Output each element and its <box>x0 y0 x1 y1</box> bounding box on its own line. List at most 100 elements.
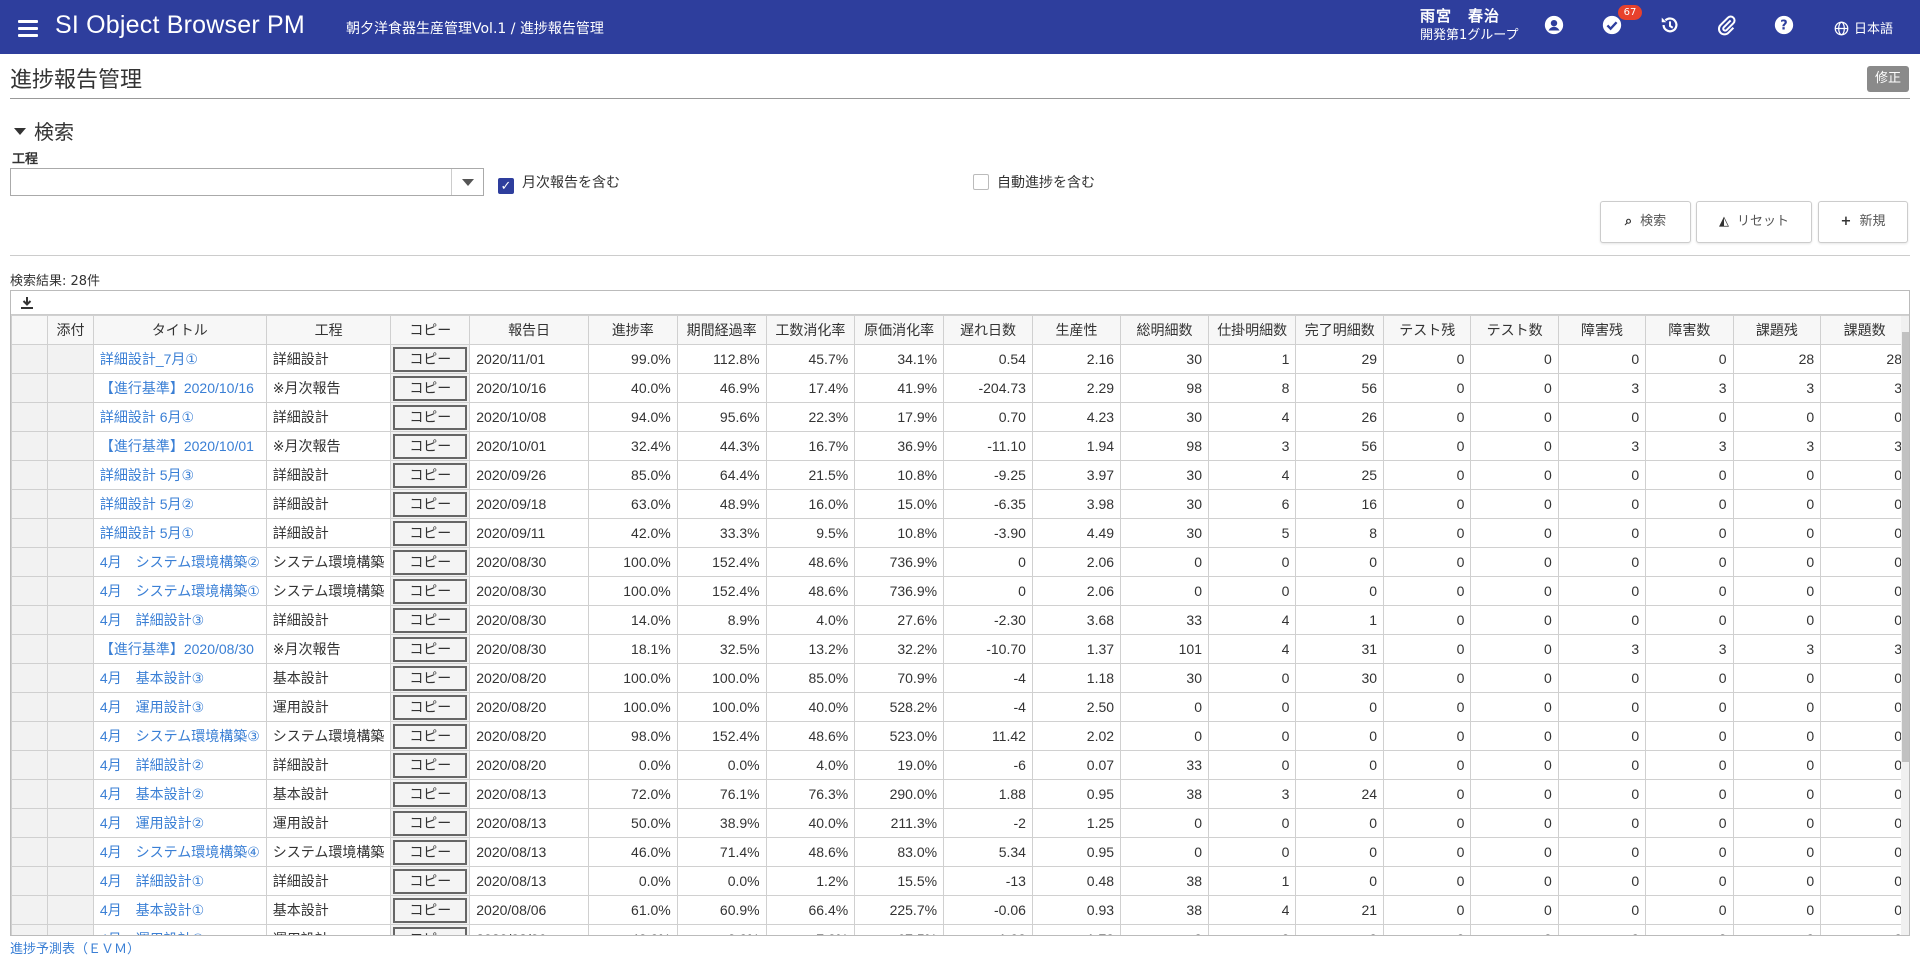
report-title-link[interactable]: 4月 運用設計② <box>92 808 267 838</box>
table-row[interactable]: 詳細設計 5月② 詳細設計 コピー 2020/09/18 63.0% 48.9% 16.0%… <box>11 489 1909 519</box>
column-header[interactable]: 課題数 <box>1820 315 1909 345</box>
row-selector[interactable] <box>11 837 49 867</box>
table-row[interactable]: 4月 詳細設計② 詳細設計 コピー 2020/08/20 0.0% 0.0% 4.0% 19.… <box>11 750 1909 780</box>
column-header[interactable]: 障害残 <box>1557 315 1647 345</box>
account-icon[interactable] <box>1543 14 1569 40</box>
column-header[interactable]: テスト残 <box>1383 315 1472 345</box>
copy-button[interactable]: コピー <box>393 404 468 430</box>
table-row[interactable]: 4月 システム環境構築③ システム環境構築 コピー 2020/08/20 98.0% 15… <box>11 721 1909 751</box>
report-title-link[interactable]: 4月 基本設計③ <box>92 663 267 693</box>
report-title-link[interactable]: 4月 基本設計① <box>92 895 267 925</box>
copy-button[interactable]: コピー <box>393 694 468 720</box>
edit-button[interactable]: 修正 <box>1867 66 1909 92</box>
row-selector[interactable] <box>11 721 49 751</box>
new-button[interactable]: + 新規 <box>1818 201 1908 243</box>
copy-button[interactable]: コピー <box>393 723 468 749</box>
column-header[interactable]: タイトル <box>92 315 267 345</box>
row-selector[interactable] <box>11 460 49 490</box>
copy-button[interactable]: コピー <box>393 926 468 935</box>
table-row[interactable]: 4月 運用設計② 運用設計 コピー 2020/08/13 50.0% 38.9% 40.0%… <box>11 808 1909 838</box>
copy-button[interactable]: コピー <box>393 433 468 459</box>
report-title-link[interactable]: 4月 システム環境構築③ <box>92 721 267 751</box>
help-icon[interactable]: ? <box>1773 14 1799 40</box>
row-selector[interactable] <box>11 779 49 809</box>
copy-button[interactable]: コピー <box>393 491 468 517</box>
copy-button[interactable]: コピー <box>393 520 468 546</box>
copy-button[interactable]: コピー <box>393 607 468 633</box>
column-header[interactable]: 添付 <box>47 315 94 345</box>
app-title[interactable]: SI Object Browser PM <box>55 11 305 40</box>
row-selector[interactable] <box>11 866 49 896</box>
language-selector[interactable]: 日本語 <box>1834 18 1893 37</box>
column-header[interactable]: 報告日 <box>469 315 589 345</box>
reset-button[interactable]: ◭ リセット <box>1696 201 1812 243</box>
scrollbar-thumb[interactable] <box>1902 332 1909 762</box>
copy-button[interactable]: コピー <box>393 462 468 488</box>
dropdown-arrow-icon[interactable] <box>451 169 483 195</box>
table-row[interactable]: 詳細設計_7月① 詳細設計 コピー 2020/11/01 99.0% 112.8% 45.7… <box>11 344 1909 374</box>
column-header[interactable]: 期間経過率 <box>676 315 767 345</box>
report-title-link[interactable]: 4月 システム環境構築④ <box>92 837 267 867</box>
row-selector[interactable] <box>11 895 49 925</box>
column-header[interactable]: コピー <box>390 315 471 345</box>
download-icon[interactable] <box>19 295 35 311</box>
column-header[interactable]: 工程 <box>265 315 392 345</box>
copy-button[interactable]: コピー <box>393 781 468 807</box>
report-title-link[interactable]: 詳細設計_7月① <box>92 344 267 374</box>
copy-button[interactable]: コピー <box>393 752 468 778</box>
breadcrumb-project[interactable]: 朝夕洋食器生産管理Vol.1 <box>346 21 506 37</box>
report-title-link[interactable]: 詳細設計 5月② <box>92 489 267 519</box>
report-title-link[interactable]: 【進行基準】2020/08/30 <box>92 634 267 664</box>
history-icon[interactable] <box>1659 14 1685 40</box>
row-selector[interactable] <box>11 808 49 838</box>
copy-button[interactable]: コピー <box>393 839 468 865</box>
table-row[interactable]: 4月 詳細設計① 詳細設計 コピー 2020/08/13 0.0% 0.0% 1.2% 15.… <box>11 866 1909 896</box>
row-selector[interactable] <box>11 924 49 935</box>
report-title-link[interactable]: 4月 運用設計③ <box>92 692 267 722</box>
report-title-link[interactable]: 4月 システム環境構築② <box>92 547 267 577</box>
report-title-link[interactable]: 4月 詳細設計② <box>92 750 267 780</box>
column-header[interactable]: 課題残 <box>1732 315 1822 345</box>
copy-button[interactable]: コピー <box>393 549 468 575</box>
row-selector[interactable] <box>11 692 49 722</box>
report-title-link[interactable]: 4月 システム環境構築① <box>92 576 267 606</box>
table-row[interactable]: 4月 運用設計①運用設計コピー2020/08/0640.0%0.0%7.0%67… <box>11 924 1909 935</box>
copy-button[interactable]: コピー <box>393 665 468 691</box>
report-title-link[interactable]: 詳細設計 6月① <box>92 402 267 432</box>
checkbox-unchecked-icon[interactable] <box>973 174 989 190</box>
copy-button[interactable]: コピー <box>393 346 468 372</box>
table-row[interactable]: 【進行基準】2020/10/01 ※月次報告 コピー 2020/10/01 32.4% 4… <box>11 431 1909 461</box>
column-header[interactable]: 原価消化率 <box>854 315 945 345</box>
column-header[interactable]: 総明細数 <box>1120 315 1209 345</box>
monthly-report-checkbox[interactable]: ✓ 月次報告を含む <box>498 172 620 194</box>
report-title-link[interactable]: 詳細設計 5月③ <box>92 460 267 490</box>
report-title-link[interactable]: 【進行基準】2020/10/16 <box>92 373 267 403</box>
table-row[interactable]: 詳細設計 5月① 詳細設計 コピー 2020/09/11 42.0% 33.3% 9.5% 1… <box>11 518 1909 548</box>
row-selector[interactable] <box>11 605 49 635</box>
row-selector[interactable] <box>11 518 49 548</box>
table-row[interactable]: 4月 システム環境構築① システム環境構築 コピー 2020/08/30 100.0% 1… <box>11 576 1909 606</box>
report-title-link[interactable]: 詳細設計 5月① <box>92 518 267 548</box>
copy-button[interactable]: コピー <box>393 897 468 923</box>
row-selector[interactable] <box>11 576 49 606</box>
column-header[interactable]: 障害数 <box>1645 315 1734 345</box>
column-header[interactable]: 遅れ日数 <box>943 315 1033 345</box>
copy-button[interactable]: コピー <box>393 868 468 894</box>
vertical-scrollbar[interactable] <box>1901 316 1909 935</box>
row-selector[interactable] <box>11 634 49 664</box>
column-header[interactable]: 生産性 <box>1031 315 1122 345</box>
row-selector[interactable] <box>11 431 49 461</box>
search-section-toggle[interactable]: 検索 <box>14 116 74 145</box>
table-row[interactable]: 4月 システム環境構築② システム環境構築 コピー 2020/08/30 100.0% 1… <box>11 547 1909 577</box>
table-row[interactable]: 詳細設計 5月③ 詳細設計 コピー 2020/09/26 85.0% 64.4% 21.5%… <box>11 460 1909 490</box>
row-selector[interactable] <box>11 344 49 374</box>
copy-button[interactable]: コピー <box>393 578 468 604</box>
table-row[interactable]: 4月 基本設計② 基本設計 コピー 2020/08/13 72.0% 76.1% 76.3%… <box>11 779 1909 809</box>
table-row[interactable]: 詳細設計 6月① 詳細設計 コピー 2020/10/08 94.0% 95.6% 22.3%… <box>11 402 1909 432</box>
row-selector[interactable] <box>11 750 49 780</box>
copy-button[interactable]: コピー <box>393 375 468 401</box>
report-title-link[interactable]: 【進行基準】2020/10/01 <box>92 431 267 461</box>
copy-button[interactable]: コピー <box>393 810 468 836</box>
row-selector[interactable] <box>11 402 49 432</box>
column-header[interactable] <box>11 315 49 345</box>
